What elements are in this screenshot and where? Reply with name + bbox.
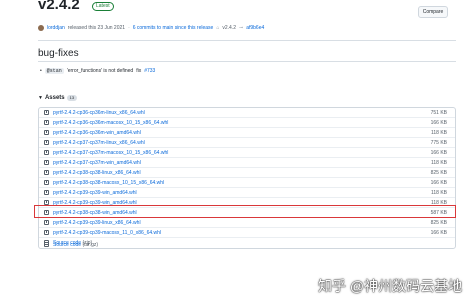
asset-link[interactable]: pyrtf-2.4.2-cp36-cp36m-macosx_10_15_x86_… [53,120,168,126]
asset-link[interactable]: pyrtf-2.4.2-cp36-cp36m-win_amd64.whl [53,130,141,136]
asset-row[interactable]: pyrtf-2.4.2-cp36-cp36m-linux_x86_64.whl … [39,108,455,118]
assets-list: pyrtf-2.4.2-cp36-cp36m-linux_x86_64.whl … [38,107,456,249]
bug-fix-item: • @stan 'error_functions' is not defined… [40,68,155,74]
release-version[interactable]: v2.4.2 [38,0,80,13]
release-meta: lorddjan released this 23 Jun 2021 · 6 c… [38,24,264,32]
asset-size: 118 KB [430,130,447,136]
asset-size: 166 KB [430,150,447,156]
commits-link[interactable]: 6 commits to main since this release [133,25,214,31]
asset-size: 825 KB [430,220,447,226]
released-text: released this 23 Jun 2021 [67,25,126,31]
asset-row[interactable]: pyrtf-2.4.2-cp37-cp37m-linux_x86_64.whl … [39,138,455,148]
asset-size: 775 KB [430,140,447,146]
bug-fix-code: 'error_functions' is not defined [66,68,134,74]
source-code-label: Source code [53,242,82,248]
watermark: 知乎 @神州数码云基地 [318,278,463,294]
asset-row[interactable]: pyrtf-2.4.2-cp36-cp36m-macosx_10_15_x86_… [39,118,455,128]
asset-link[interactable]: pyrtf-2.4.2-cp38-cp38-macosx_10_15_x86_6… [53,180,164,186]
package-icon [44,170,49,175]
bug-fixes-heading: bug-fixes [38,48,79,59]
highlight-box [34,205,456,218]
package-icon [44,150,49,155]
assets-heading: Assets [44,95,65,101]
asset-link[interactable]: pyrtf-2.4.2-cp37-cp37m-win_amd64.whl [53,160,141,166]
asset-size: 118 KB [430,190,447,196]
asset-row[interactable]: pyrtf-2.4.2-cp37-cp37m-macosx_10_15_x86_… [39,148,455,158]
asset-size: 166 KB [430,120,447,126]
package-icon [44,220,49,225]
asset-size: 166 KB [430,230,447,236]
dot-separator-icon: · [128,25,130,31]
asset-link[interactable]: pyrtf-2.4.2-cp37-cp37m-macosx_10_15_x86_… [53,150,168,156]
asset-link[interactable]: pyrtf-2.4.2-cp39-cp39-linux_x86_64.whl [53,220,141,226]
asset-size: 825 KB [430,170,447,176]
asset-row[interactable]: pyrtf-2.4.2-cp38-cp38-macosx_10_15_x86_6… [39,178,455,188]
asset-link[interactable]: pyrtf-2.4.2-cp38-cp38-linux_x86_64.whl [53,170,141,176]
asset-row[interactable]: pyrtf-2.4.2-cp36-cp36m-win_amd64.whl 118… [39,128,455,138]
package-icon [44,140,49,145]
author-mention[interactable]: @stan [44,68,64,74]
release-header: v2.4.2 Latest Compare lorddjan released … [0,0,474,32]
assets-count-badge: 13 [66,95,78,101]
asset-size: 751 KB [430,110,447,116]
asset-size: 166 KB [430,180,447,186]
divider [38,40,456,41]
asset-link[interactable]: pyrtf-2.4.2-cp39-cp39-win_amd64.whl [53,190,137,196]
package-icon [44,190,49,195]
commit-link[interactable]: af9b6e4 [246,25,264,31]
triangle-down-icon: ▼ [38,95,43,101]
divider [38,61,456,62]
package-icon [44,130,49,135]
tag-link[interactable]: v2.4.2 [222,25,236,31]
latest-badge: Latest [92,2,114,11]
package-icon [44,230,49,235]
asset-row[interactable]: pyrtf-2.4.2-cp39-cp39-linux_x86_64.whl 8… [39,218,455,228]
author-link[interactable]: lorddjan [47,25,65,31]
package-icon [44,120,49,125]
asset-link[interactable]: pyrtf-2.4.2-cp36-cp36m-linux_x86_64.whl [53,110,145,116]
tag-icon: ⌂ [216,25,220,31]
asset-link[interactable]: pyrtf-2.4.2-cp39-cp39-macosx_11_0_x86_64… [53,230,161,236]
package-icon [44,160,49,165]
targz-suffix: (tar.gz) [82,242,99,248]
assets-toggle[interactable]: ▼ Assets 13 [38,95,78,101]
asset-row[interactable]: pyrtf-2.4.2-cp38-cp38-linux_x86_64.whl 8… [39,168,455,178]
package-icon [44,180,49,185]
bug-fix-fix-text: fix [136,68,142,74]
asset-size: 118 KB [430,160,447,166]
avatar[interactable] [38,25,44,31]
asset-row[interactable]: pyrtf-2.4.2-cp39-cp39-macosx_11_0_x86_64… [39,228,455,238]
compare-button[interactable]: Compare [418,6,448,18]
asset-row[interactable]: Source code (tar.gz) [39,240,455,250]
asset-row[interactable]: pyrtf-2.4.2-cp39-cp39-win_amd64.whl 118 … [39,188,455,198]
issue-link[interactable]: #733 [144,68,155,74]
asset-link[interactable]: pyrtf-2.4.2-cp37-cp37m-linux_x86_64.whl [53,140,145,146]
bullet-icon: • [40,68,42,74]
zip-icon [44,242,49,247]
package-icon [44,110,49,115]
source-code-targz-link[interactable]: Source code (tar.gz) [53,242,98,248]
asset-row[interactable]: pyrtf-2.4.2-cp37-cp37m-win_amd64.whl 118… [39,158,455,168]
commit-icon: ⊸ [238,25,244,31]
